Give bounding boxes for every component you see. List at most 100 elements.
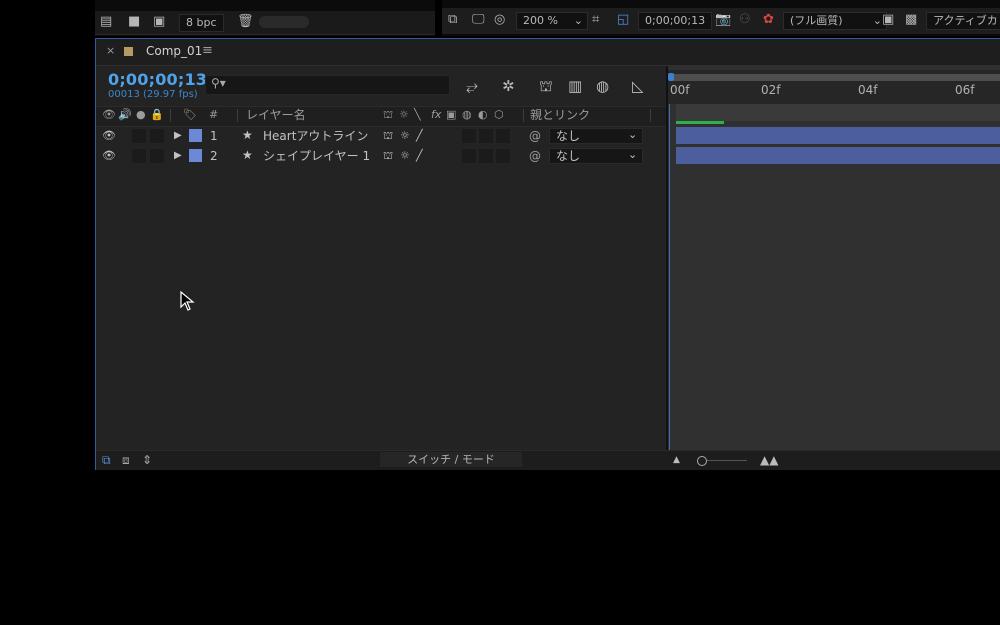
- interpret-footage-icon[interactable]: ▤: [100, 14, 112, 30]
- chevron-down-icon: ⌄: [628, 128, 638, 141]
- ruler-tick-label: 00f: [670, 83, 690, 97]
- switch-box[interactable]: [496, 129, 510, 143]
- label-color-swatch[interactable]: [189, 129, 202, 142]
- pick-whip-icon[interactable]: @: [529, 148, 541, 164]
- solo-toggle[interactable]: [150, 149, 164, 163]
- current-time-indicator-handle[interactable]: [668, 73, 674, 81]
- fast-previews-icon[interactable]: ▣: [882, 12, 894, 28]
- collapse-switch-icon[interactable]: ☼: [400, 148, 410, 164]
- layer-search-input[interactable]: [205, 75, 450, 95]
- audio-toggle[interactable]: [132, 149, 146, 163]
- shy-switch-icon: ⛫: [383, 108, 394, 121]
- expand-triangle-icon[interactable]: ▶: [174, 128, 182, 144]
- mask-visibility-icon[interactable]: ◎: [494, 12, 505, 28]
- eye-icon[interactable]: 👁: [102, 128, 116, 144]
- pick-whip-icon[interactable]: @: [529, 128, 541, 144]
- parent-value: なし: [556, 149, 581, 163]
- parent-dropdown[interactable]: なし ⌄: [549, 128, 643, 144]
- chevron-down-icon: ⌄: [872, 14, 882, 27]
- panel-menu-icon[interactable]: ≡: [202, 43, 213, 58]
- shy-switch-icon[interactable]: ⛫: [383, 128, 393, 144]
- channel-icon[interactable]: ✿: [763, 12, 774, 28]
- layer-duration-bar[interactable]: [676, 127, 1000, 144]
- solo-toggle[interactable]: [150, 129, 164, 143]
- active-camera-dropdown[interactable]: アクティブカ: [926, 12, 1000, 30]
- switch-box[interactable]: [496, 149, 510, 163]
- show-snapshot-icon[interactable]: ⚇: [739, 12, 751, 28]
- layer-number: 1: [210, 129, 218, 143]
- layer-name[interactable]: シェイプレイヤー 1: [263, 148, 370, 164]
- transfer-controls-toggle-icon[interactable]: ⧈: [122, 453, 130, 468]
- zoom-value: 200 %: [523, 14, 558, 27]
- thumbnail-slider[interactable]: [259, 16, 309, 28]
- resolution-dropdown[interactable]: (フル画質) ⌄: [783, 12, 887, 30]
- viewer-timecode[interactable]: 0;00;00;13: [638, 12, 713, 30]
- layer-switches-toggle-icon[interactable]: ⧉: [102, 453, 111, 468]
- column-layer-name[interactable]: レイヤー名: [246, 108, 306, 122]
- switch-box[interactable]: [479, 149, 493, 163]
- new-composition-icon[interactable]: ▣: [153, 14, 165, 30]
- bpc-button[interactable]: 8 bpc: [179, 14, 224, 32]
- work-area-bar[interactable]: [672, 74, 1000, 81]
- switch-box[interactable]: [462, 149, 476, 163]
- switch-box[interactable]: [479, 129, 493, 143]
- graph-editor-icon[interactable]: ◺: [632, 77, 644, 95]
- transparency-grid-icon[interactable]: ▩: [905, 12, 917, 28]
- switches-modes-toggle[interactable]: スイッチ / モード: [380, 452, 522, 467]
- quality-switch-icon[interactable]: ╱: [416, 128, 423, 144]
- label-tag-icon[interactable]: 🏷: [183, 108, 197, 122]
- current-time-indicator-line[interactable]: [669, 104, 670, 450]
- zoom-dropdown[interactable]: 200 % ⌄: [516, 12, 588, 30]
- composition-mini-flowchart-icon[interactable]: ⥂: [466, 77, 478, 95]
- 3d-switch-icon: ⬡: [494, 108, 504, 121]
- current-time-display[interactable]: 0;00;00;13: [108, 70, 207, 89]
- composition-viewer-toolbar: ⧉ 🖵 ◎ 200 % ⌄ ⌗ ◱ 0;00;00;13 📷 ⚇ ✿ (フル画質…: [442, 8, 1000, 34]
- audio-icon[interactable]: 🔊: [118, 108, 132, 122]
- frame-fps-readout: 00013 (29.97 fps): [108, 89, 198, 100]
- ruler-tick-label: 06f: [955, 83, 975, 97]
- quality-switch-icon: ╲: [414, 108, 421, 121]
- grid-guides-icon[interactable]: ⌗: [592, 12, 599, 28]
- new-folder-icon[interactable]: ■: [128, 14, 140, 30]
- solo-icon[interactable]: ●: [136, 108, 146, 122]
- time-zoom-slider-track[interactable]: [707, 460, 747, 461]
- switch-box[interactable]: [462, 129, 476, 143]
- eye-icon[interactable]: 👁: [102, 148, 116, 164]
- motion-blur-icon[interactable]: ◍: [596, 77, 609, 95]
- close-tab-icon[interactable]: ×: [106, 44, 115, 57]
- ram-cache-indicator: [676, 121, 724, 124]
- tab-comp-title[interactable]: Comp_01: [146, 44, 202, 58]
- zoom-out-mountain-icon[interactable]: ▲: [673, 455, 680, 465]
- panel-divider[interactable]: [666, 66, 668, 450]
- always-preview-icon[interactable]: ⧉: [448, 12, 457, 28]
- shape-layer-star-icon: ★: [242, 148, 253, 162]
- layer-row[interactable]: 👁 ▶ 2 ★ シェイプレイヤー 1 ⛫ ☼ ╱ @ なし ⌄: [96, 146, 666, 166]
- zoom-in-mountain-icon[interactable]: ▲▲: [760, 453, 778, 467]
- expand-triangle-icon[interactable]: ▶: [174, 148, 182, 164]
- in-out-toggle-icon[interactable]: ⇕: [142, 453, 152, 467]
- region-of-interest-icon[interactable]: ◱: [617, 12, 629, 28]
- label-color-swatch[interactable]: [189, 149, 202, 162]
- trash-icon[interactable]: 🗑: [237, 14, 254, 30]
- quality-switch-icon[interactable]: ╱: [416, 148, 423, 164]
- layer-row[interactable]: 👁 ▶ 1 ★ Heartアウトライン ⛫ ☼ ╱ @ なし ⌄: [96, 126, 666, 146]
- column-parent-link[interactable]: 親とリンク: [530, 108, 590, 122]
- frame-blending-icon[interactable]: ▥: [568, 77, 582, 95]
- shy-layers-icon[interactable]: ⛫: [539, 77, 553, 97]
- time-zoom-slider-handle[interactable]: [697, 456, 707, 466]
- monitor-icon[interactable]: 🖵: [472, 12, 485, 28]
- lock-icon[interactable]: 🔒: [150, 108, 164, 122]
- layer-duration-bar[interactable]: [676, 147, 1000, 164]
- shy-switch-icon[interactable]: ⛫: [383, 148, 393, 164]
- layer-name[interactable]: Heartアウトライン: [263, 128, 368, 144]
- snapshot-icon[interactable]: 📷: [715, 12, 731, 28]
- parent-dropdown[interactable]: なし ⌄: [549, 148, 643, 164]
- audio-toggle[interactable]: [132, 129, 146, 143]
- collapse-switch-icon[interactable]: ☼: [400, 128, 410, 144]
- column-separator: [237, 109, 238, 122]
- ruler-tick-label: 04f: [858, 83, 878, 97]
- draft-3d-icon[interactable]: ✲: [502, 77, 515, 95]
- column-separator: [170, 109, 171, 122]
- column-number[interactable]: #: [209, 108, 218, 122]
- video-eye-icon[interactable]: 👁: [102, 108, 116, 122]
